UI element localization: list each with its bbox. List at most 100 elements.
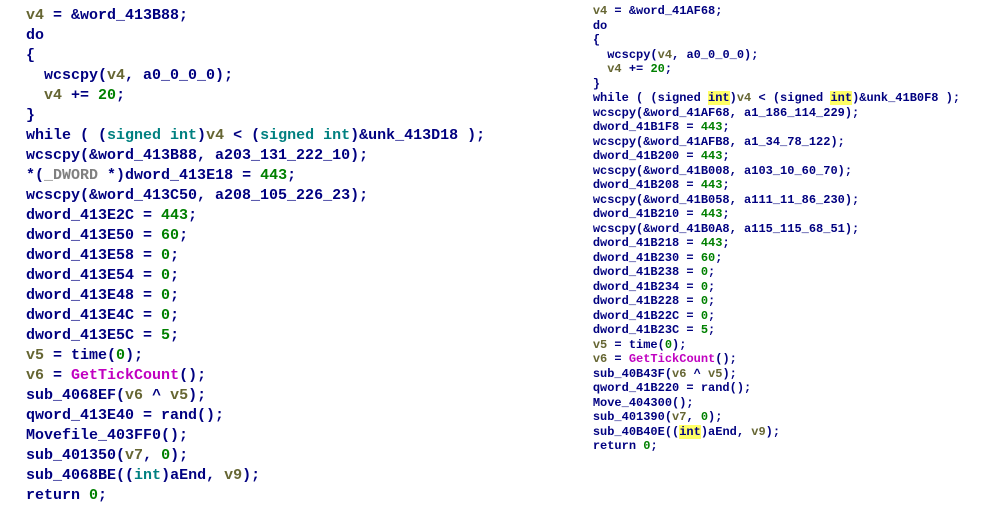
right-code-line[interactable]: sub_401390(v7, 0); <box>564 410 1001 425</box>
left-code-line[interactable]: dword_413E48 = 0; <box>8 286 560 306</box>
token-var: v4 <box>593 4 607 18</box>
token-var: v4 <box>26 7 44 24</box>
right-code-line[interactable]: while ( (signed int)v4 < (signed int)&un… <box>564 91 1001 106</box>
left-code-line[interactable]: do <box>8 26 560 46</box>
token-kw: ); <box>170 447 188 464</box>
right-code-line[interactable]: dword_41B210 = 443; <box>564 207 1001 222</box>
left-decompiler-pane[interactable]: v4 = &word_413B88; do { wcscpy(v4, a0_0_… <box>0 0 560 529</box>
right-code-line[interactable]: dword_41B200 = 443; <box>564 149 1001 164</box>
right-code-line[interactable]: } <box>564 77 1001 92</box>
token-kw: qword_41B220 = rand(); <box>593 381 751 395</box>
token-kw: Move_404300(); <box>593 396 694 410</box>
token-var: v9 <box>224 467 242 484</box>
left-code-line[interactable]: qword_413E40 = rand(); <box>8 406 560 426</box>
token-lit: 60 <box>161 227 179 244</box>
right-decompiler-pane[interactable]: v4 = &word_41AF68; do { wcscpy(v4, a0_0_… <box>560 0 1001 529</box>
token-kw: do <box>593 19 607 33</box>
left-code-line[interactable]: wcscpy(v4, a0_0_0_0); <box>8 66 560 86</box>
token-kw: { <box>593 33 600 47</box>
left-code-line[interactable]: dword_413E54 = 0; <box>8 266 560 286</box>
token-lit: 0 <box>161 287 170 304</box>
left-code-line[interactable]: wcscpy(&word_413B88, a203_131_222_10); <box>8 146 560 166</box>
right-code-line[interactable]: { <box>564 33 1001 48</box>
left-code-line[interactable]: v6 = GetTickCount(); <box>8 366 560 386</box>
left-code-line[interactable]: while ( (signed int)v4 < (signed int)&un… <box>8 126 560 146</box>
left-code-line[interactable]: dword_413E50 = 60; <box>8 226 560 246</box>
right-code-line[interactable]: v5 = time(0); <box>564 338 1001 353</box>
token-kw: } <box>593 77 600 91</box>
left-code-line[interactable]: dword_413E2C = 443; <box>8 206 560 226</box>
left-code-line[interactable]: v4 = &word_413B88; <box>8 6 560 26</box>
right-code-line[interactable]: dword_41B228 = 0; <box>564 294 1001 309</box>
right-code-line[interactable]: dword_41B22C = 0; <box>564 309 1001 324</box>
left-code-line[interactable]: Movefile_403FF0(); <box>8 426 560 446</box>
right-code-line[interactable]: dword_41B230 = 60; <box>564 251 1001 266</box>
token-kw: ); <box>722 367 736 381</box>
right-code-line[interactable]: wcscpy(&word_41AFB8, a1_34_78_122); <box>564 135 1001 150</box>
token-kw: , <box>686 410 700 424</box>
token-kw: ; <box>722 149 729 163</box>
token-lit: 0 <box>701 410 708 424</box>
left-code-line[interactable]: return 0; <box>8 486 560 506</box>
token-var: v6 <box>672 367 686 381</box>
right-code-line[interactable]: sub_40B40E((int)aEnd, v9); <box>564 425 1001 440</box>
token-kw: sub_40B43F( <box>593 367 672 381</box>
right-code-line[interactable]: wcscpy(&word_41B058, a111_11_86_230); <box>564 193 1001 208</box>
token-kw: dword_41B218 = <box>593 236 701 250</box>
token-lit: 0 <box>701 309 708 323</box>
right-code-line[interactable]: sub_40B43F(v6 ^ v5); <box>564 367 1001 382</box>
token-lit: 443 <box>701 236 723 250</box>
token-var: v5 <box>593 338 607 352</box>
left-code-line[interactable]: wcscpy(&word_413C50, a208_105_226_23); <box>8 186 560 206</box>
right-code-line[interactable]: wcscpy(v4, a0_0_0_0); <box>564 48 1001 63</box>
token-kw: ; <box>708 265 715 279</box>
token-var: v5 <box>708 367 722 381</box>
left-code-line[interactable]: } <box>8 106 560 126</box>
right-code-line[interactable]: v4 += 20; <box>564 62 1001 77</box>
token-kw: wcscpy( <box>44 67 107 84</box>
token-kw: ); <box>125 347 143 364</box>
left-code-line[interactable]: dword_413E4C = 0; <box>8 306 560 326</box>
token-lit: 60 <box>701 251 715 265</box>
left-code-line[interactable]: dword_413E58 = 0; <box>8 246 560 266</box>
right-code-line[interactable]: dword_41B1F8 = 443; <box>564 120 1001 135</box>
right-code-line[interactable]: qword_41B220 = rand(); <box>564 381 1001 396</box>
right-code-line[interactable]: dword_41B218 = 443; <box>564 236 1001 251</box>
token-var: v4 <box>658 48 672 62</box>
right-code-line[interactable]: v4 = &word_41AF68; <box>564 4 1001 19</box>
token-kw: wcscpy(&word_41B0A8, a115_115_68_51); <box>593 222 859 236</box>
token-kw: ) <box>197 127 206 144</box>
right-code-line[interactable]: return 0; <box>564 439 1001 454</box>
token-fmt: signed int <box>107 127 197 144</box>
left-code-line[interactable]: sub_401350(v7, 0); <box>8 446 560 466</box>
token-kw: dword_413E50 = <box>26 227 161 244</box>
right-code-line[interactable]: dword_41B208 = 443; <box>564 178 1001 193</box>
right-code-line[interactable]: Move_404300(); <box>564 396 1001 411</box>
right-code-line[interactable]: wcscpy(&word_41B008, a103_10_60_70); <box>564 164 1001 179</box>
left-code-line[interactable]: v4 += 20; <box>8 86 560 106</box>
token-kw: ; <box>170 247 179 264</box>
left-code-line[interactable]: sub_4068EF(v6 ^ v5); <box>8 386 560 406</box>
right-code-line[interactable]: wcscpy(&word_41AF68, a1_186_114_229); <box>564 106 1001 121</box>
right-code-line[interactable]: dword_41B238 = 0; <box>564 265 1001 280</box>
token-kw: dword_41B238 = <box>593 265 701 279</box>
right-code-line[interactable]: v6 = GetTickCount(); <box>564 352 1001 367</box>
token-kw: = &word_413B88; <box>44 7 188 24</box>
token-lit: 443 <box>161 207 188 224</box>
token-kw: dword_41B210 = <box>593 207 701 221</box>
right-code-line[interactable]: wcscpy(&word_41B0A8, a115_115_68_51); <box>564 222 1001 237</box>
left-code-line[interactable]: *(_DWORD *)dword_413E18 = 443; <box>8 166 560 186</box>
left-code-line[interactable]: { <box>8 46 560 66</box>
token-kw: sub_401350( <box>26 447 125 464</box>
token-lit: 443 <box>701 149 723 163</box>
token-kw: ; <box>179 227 188 244</box>
left-code-line[interactable]: sub_4068BE((int)aEnd, v9); <box>8 466 560 486</box>
token-hl: int <box>708 91 730 105</box>
left-code-line[interactable]: dword_413E5C = 5; <box>8 326 560 346</box>
token-kw: dword_41B230 = <box>593 251 701 265</box>
token-kw: dword_413E4C = <box>26 307 161 324</box>
right-code-line[interactable]: do <box>564 19 1001 34</box>
right-code-line[interactable]: dword_41B23C = 5; <box>564 323 1001 338</box>
left-code-line[interactable]: v5 = time(0); <box>8 346 560 366</box>
right-code-line[interactable]: dword_41B234 = 0; <box>564 280 1001 295</box>
